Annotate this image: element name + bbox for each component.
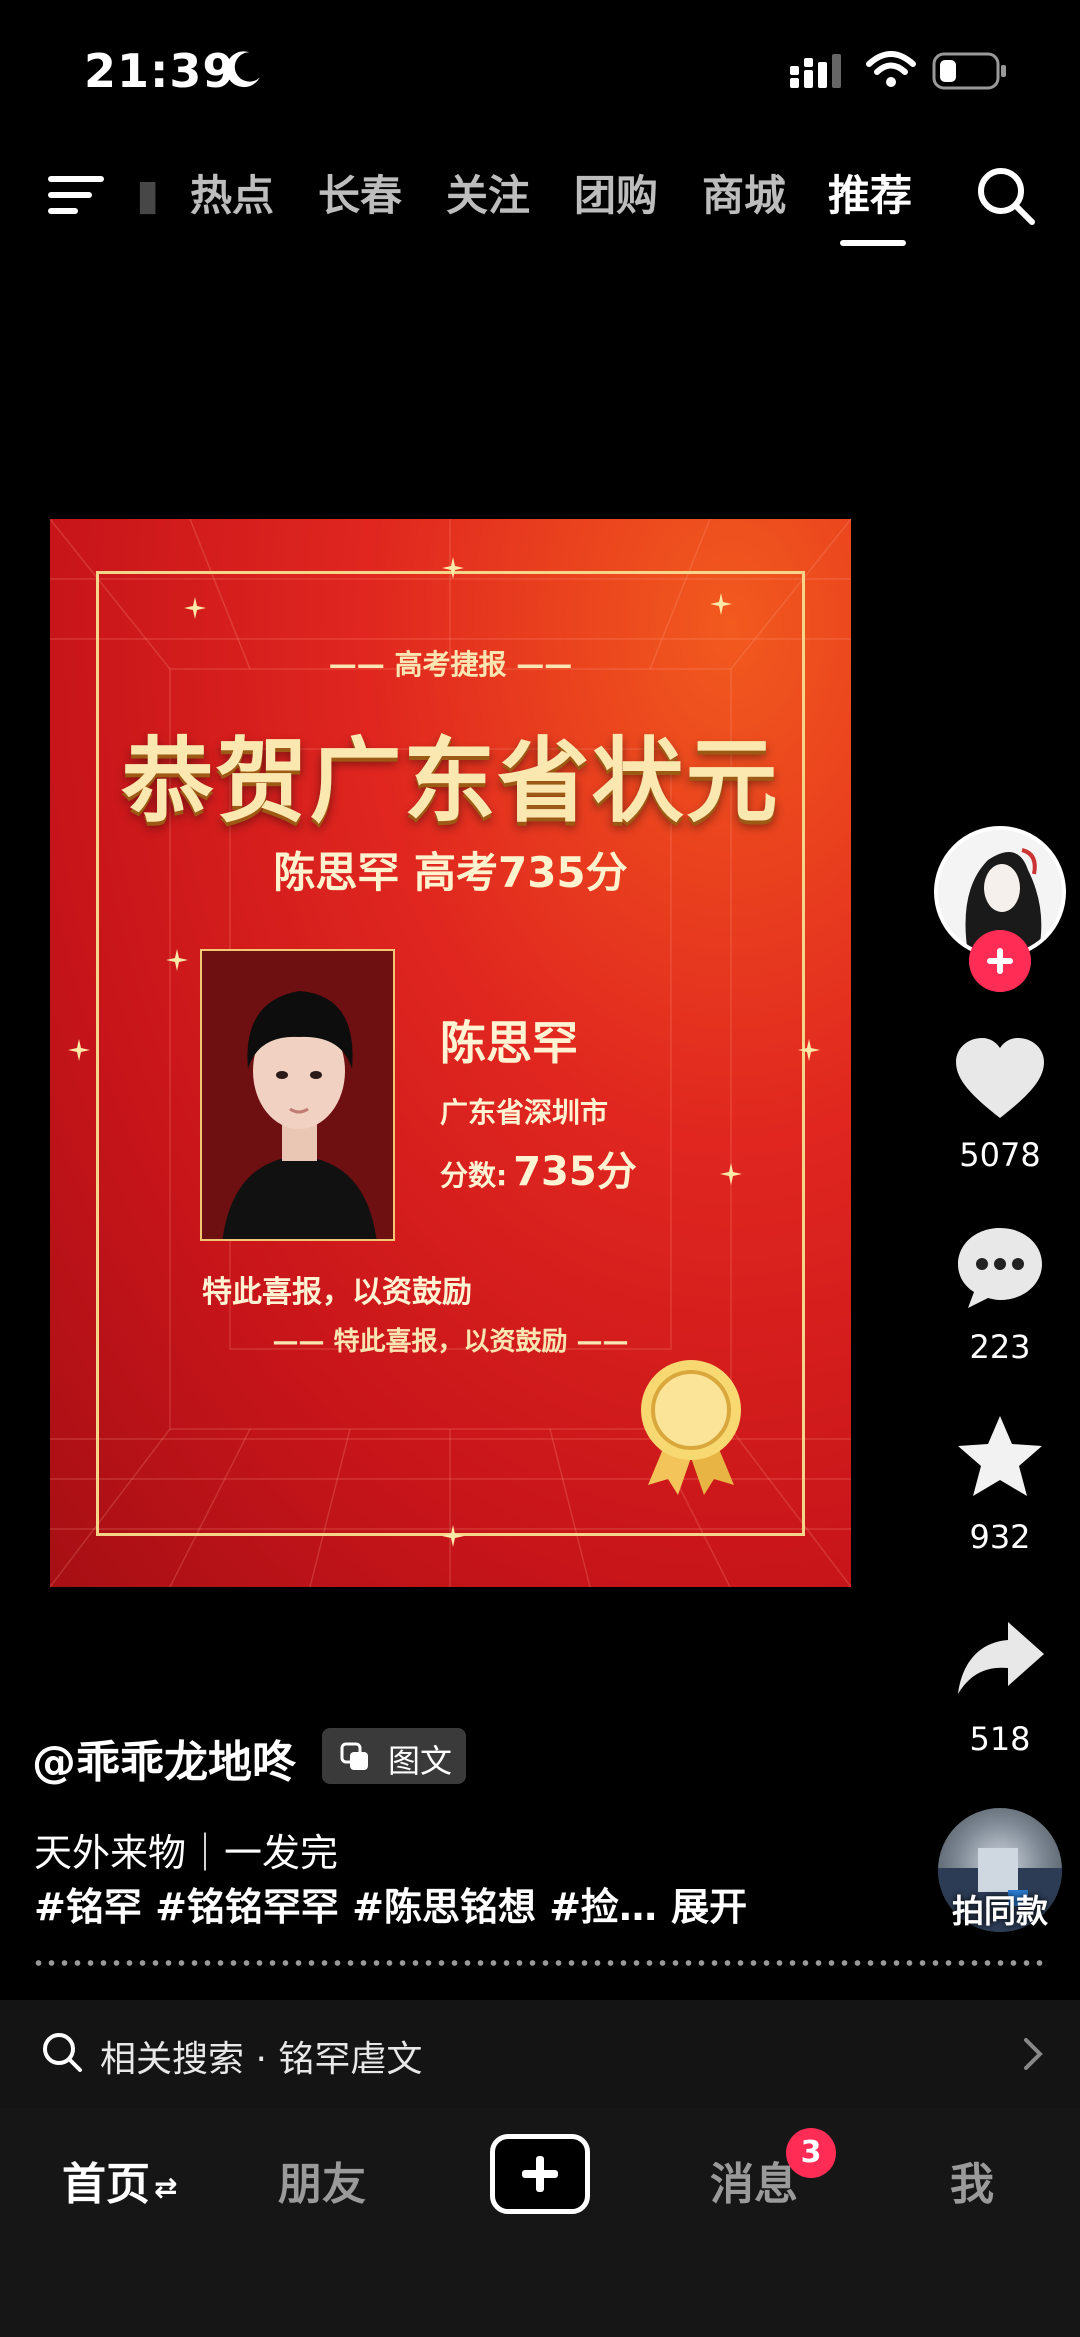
tab-mall[interactable]: 商城: [702, 162, 786, 223]
author-name[interactable]: @乖乖龙地咚: [32, 1726, 296, 1790]
student-name: 陈思罕: [440, 1016, 578, 1070]
same-style-label[interactable]: 拍同款: [920, 1886, 1080, 1932]
medal-icon: [641, 1360, 741, 1495]
tab-hot[interactable]: 热点: [190, 162, 274, 223]
sparkle-icon: [442, 557, 464, 579]
tab-changchun[interactable]: 长春: [318, 162, 402, 223]
student-photo: [200, 949, 395, 1241]
caption-text: 天外来物｜一发完: [34, 1831, 339, 1875]
swap-icon: ⇄: [154, 2170, 178, 2204]
status-time: 21:39: [84, 44, 236, 98]
active-tab-indicator: [840, 240, 906, 246]
sparkle-icon: [720, 1163, 742, 1185]
sparkle-icon: [184, 597, 206, 619]
sparkle-icon: [68, 1039, 90, 1061]
sparkle-icon: [442, 1525, 464, 1547]
poster-note-secondary: —— 特此喜报，以资鼓励 ——: [272, 1327, 629, 1357]
score-value: 735分: [513, 1149, 637, 1195]
search-icon: [43, 2033, 82, 2072]
tab-recommend[interactable]: 推荐: [828, 162, 912, 223]
tab-group-buy[interactable]: 团购: [574, 162, 658, 223]
wifi-icon: [866, 51, 916, 87]
related-search-bar[interactable]: 相关搜索 · 铭罕虐文: [0, 2000, 1080, 2108]
like-count: 5078: [959, 1136, 1041, 1174]
image-text-badge: 图文: [322, 1728, 466, 1784]
signal-icon: [790, 54, 841, 88]
sparkle-icon: [166, 949, 188, 971]
share-icon[interactable]: [952, 1616, 1048, 1702]
poster-header: —— 高考捷报 ——: [328, 648, 573, 681]
plus-icon: [522, 2156, 558, 2192]
favorite-count: 932: [969, 1518, 1031, 1556]
moon-icon: [226, 51, 260, 88]
message-badge: 3: [786, 2128, 836, 2178]
top-nav: ▮ 热点 长春 关注 团购 商城 推荐: [0, 150, 1080, 270]
image-stack-icon: [340, 1742, 368, 1770]
share-count: 518: [969, 1720, 1031, 1758]
favorite-star-icon[interactable]: [952, 1414, 1048, 1500]
follow-button[interactable]: [969, 930, 1031, 992]
search-icon[interactable]: [974, 164, 1038, 228]
tab-overflow-fade: ▮: [136, 170, 160, 219]
poster-score-line: 陈思罕 高考735分: [273, 848, 628, 897]
poster-note: 特此喜报，以资鼓励: [202, 1275, 472, 1310]
tab-following[interactable]: 关注: [446, 162, 530, 223]
nav-home[interactable]: 首页 ⇄: [62, 2148, 177, 2212]
comment-count: 223: [969, 1328, 1031, 1366]
badge-label: 图文: [388, 1742, 453, 1780]
expand-button[interactable]: 展开: [671, 1885, 747, 1929]
comment-icon[interactable]: [952, 1224, 1048, 1310]
student-city: 广东省深圳市: [440, 1096, 609, 1129]
sparkle-icon: [798, 1039, 820, 1061]
bottom-nav: 首页 ⇄ 朋友 消息 3 我: [0, 2108, 1080, 2337]
post-image[interactable]: —— 高考捷报 —— 恭贺广东省状元 陈思罕 高考735分 陈思罕 广东省深圳市…: [50, 519, 851, 1587]
poster-title: 恭贺广东省状元: [121, 727, 780, 835]
hashtags[interactable]: #铭罕 #铭铭罕罕 #陈思铭想 #捡…: [34, 1885, 657, 1929]
related-search-text: 相关搜索 · 铭罕虐文: [100, 2039, 423, 2080]
chevron-right-icon: [1024, 2038, 1043, 2070]
student-score: 分数: 735分: [440, 1139, 637, 1197]
score-label: 分数:: [440, 1159, 508, 1192]
menu-icon[interactable]: [46, 170, 108, 220]
like-icon[interactable]: [952, 1036, 1048, 1122]
nav-messages[interactable]: 消息: [710, 2148, 798, 2212]
battery-icon: [932, 52, 1006, 90]
create-button[interactable]: [490, 2134, 590, 2214]
nav-me[interactable]: 我: [950, 2148, 994, 2212]
caption-tags: #铭罕 #铭铭罕罕 #陈思铭想 #捡… 展开: [34, 1876, 747, 1931]
nav-friends[interactable]: 朋友: [278, 2148, 366, 2212]
sparkle-icon: [710, 593, 732, 615]
status-bar: 21:39: [0, 0, 1080, 140]
nav-home-label: 首页: [62, 2159, 150, 2210]
image-progress-dots[interactable]: [32, 1960, 1048, 1966]
